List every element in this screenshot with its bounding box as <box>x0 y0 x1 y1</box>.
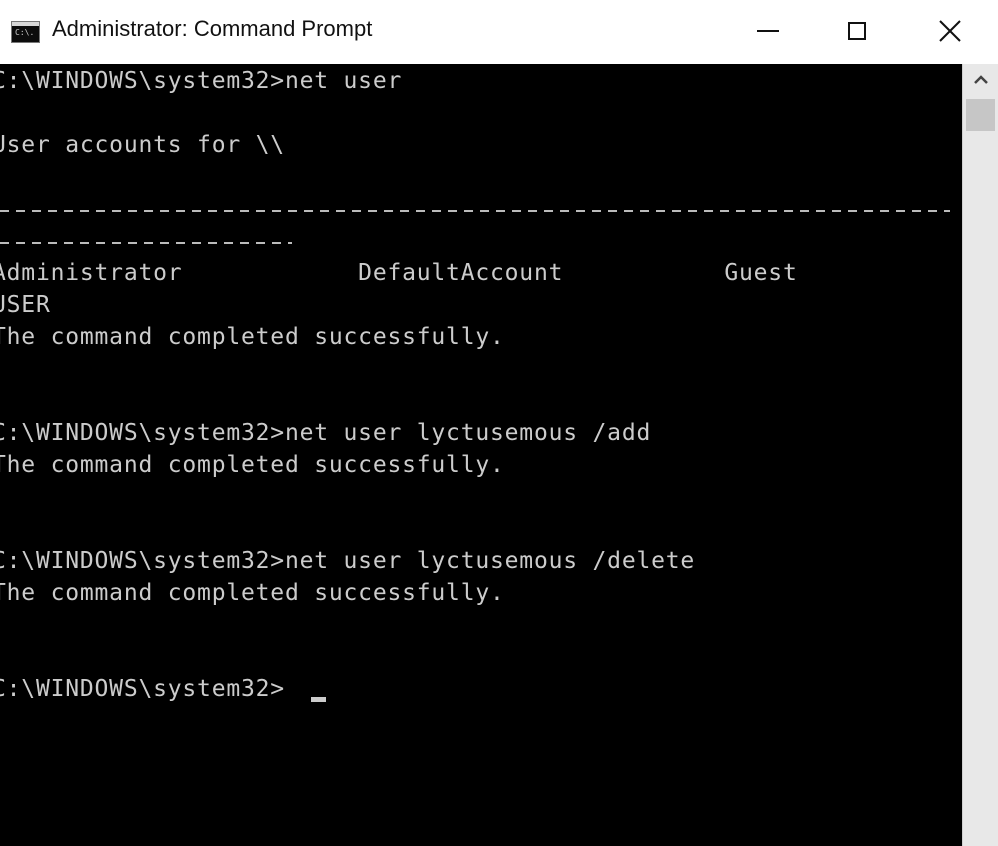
console-line-accounts: Administrator DefaultAccount Guest <box>0 260 798 286</box>
console-line-command: C:\WINDOWS\system32>net user lyctusemous… <box>0 548 696 574</box>
vertical-scrollbar[interactable] <box>962 64 998 846</box>
console-line-status: The command completed successfully. <box>0 452 505 478</box>
separator-line <box>0 210 950 212</box>
text-cursor <box>311 697 326 702</box>
console-line-status: The command completed successfully. <box>0 580 505 606</box>
console-line-command: C:\WINDOWS\system32>net user <box>0 68 403 94</box>
cmd-app-icon: C:\. <box>11 21 40 43</box>
console-line-command: C:\WINDOWS\system32>net user lyctusemous… <box>0 420 652 446</box>
minimize-button[interactable] <box>722 0 814 62</box>
minimize-icon <box>757 30 779 32</box>
chevron-up-icon <box>974 75 988 84</box>
maximize-icon <box>848 22 866 40</box>
maximize-button[interactable] <box>811 0 903 62</box>
title-bar[interactable]: C:\. Administrator: Command Prompt <box>0 0 998 64</box>
console-line-accounts: USER <box>0 292 51 318</box>
window-title: Administrator: Command Prompt <box>52 16 373 41</box>
separator-line <box>0 242 292 244</box>
scroll-up-button[interactable] <box>963 64 998 96</box>
close-icon <box>939 20 961 42</box>
console-line-status: The command completed successfully. <box>0 324 505 350</box>
console-prompt[interactable]: C:\WINDOWS\system32> <box>0 676 285 702</box>
close-button[interactable] <box>904 0 996 62</box>
console-line-output: User accounts for \\ <box>0 132 285 158</box>
scroll-thumb[interactable] <box>966 99 995 131</box>
cmd-icon-text: C:\. <box>15 28 35 37</box>
console-output[interactable]: C:\WINDOWS\system32>net user User accoun… <box>0 64 962 846</box>
